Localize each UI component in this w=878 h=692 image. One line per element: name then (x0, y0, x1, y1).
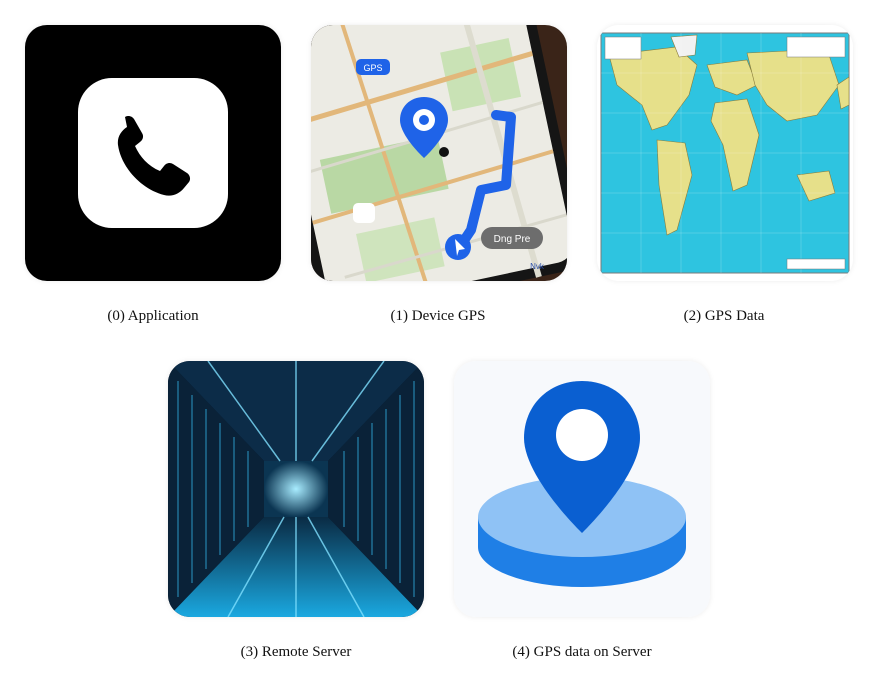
gps-data-tile (597, 25, 853, 281)
gps-chip-label: GPS (363, 63, 382, 73)
remote-server-tile (168, 361, 424, 617)
caption-application: (0) Application (107, 308, 199, 324)
phone-app-icon (25, 25, 281, 281)
gps-data-on-server-tile (454, 361, 710, 617)
location-pin-on-disk-icon (454, 361, 710, 617)
caption-gps-data-on-server: (4) GPS data on Server (512, 644, 652, 660)
caption-gps-data: (2) GPS Data (683, 308, 765, 324)
caption-device-gps: (1) Device GPS (390, 308, 486, 324)
nav-hint-label: Nvk (530, 262, 545, 271)
application-tile (25, 25, 281, 281)
nav-chip-label: Dng Pre (494, 234, 531, 245)
caption-remote-server: (3) Remote Server (240, 644, 352, 660)
navigation-map-phone: GPS Dng Pre Nvk (311, 25, 567, 281)
server-room (168, 361, 424, 617)
device-gps-tile: GPS Dng Pre Nvk (311, 25, 567, 281)
world-map (597, 25, 853, 281)
